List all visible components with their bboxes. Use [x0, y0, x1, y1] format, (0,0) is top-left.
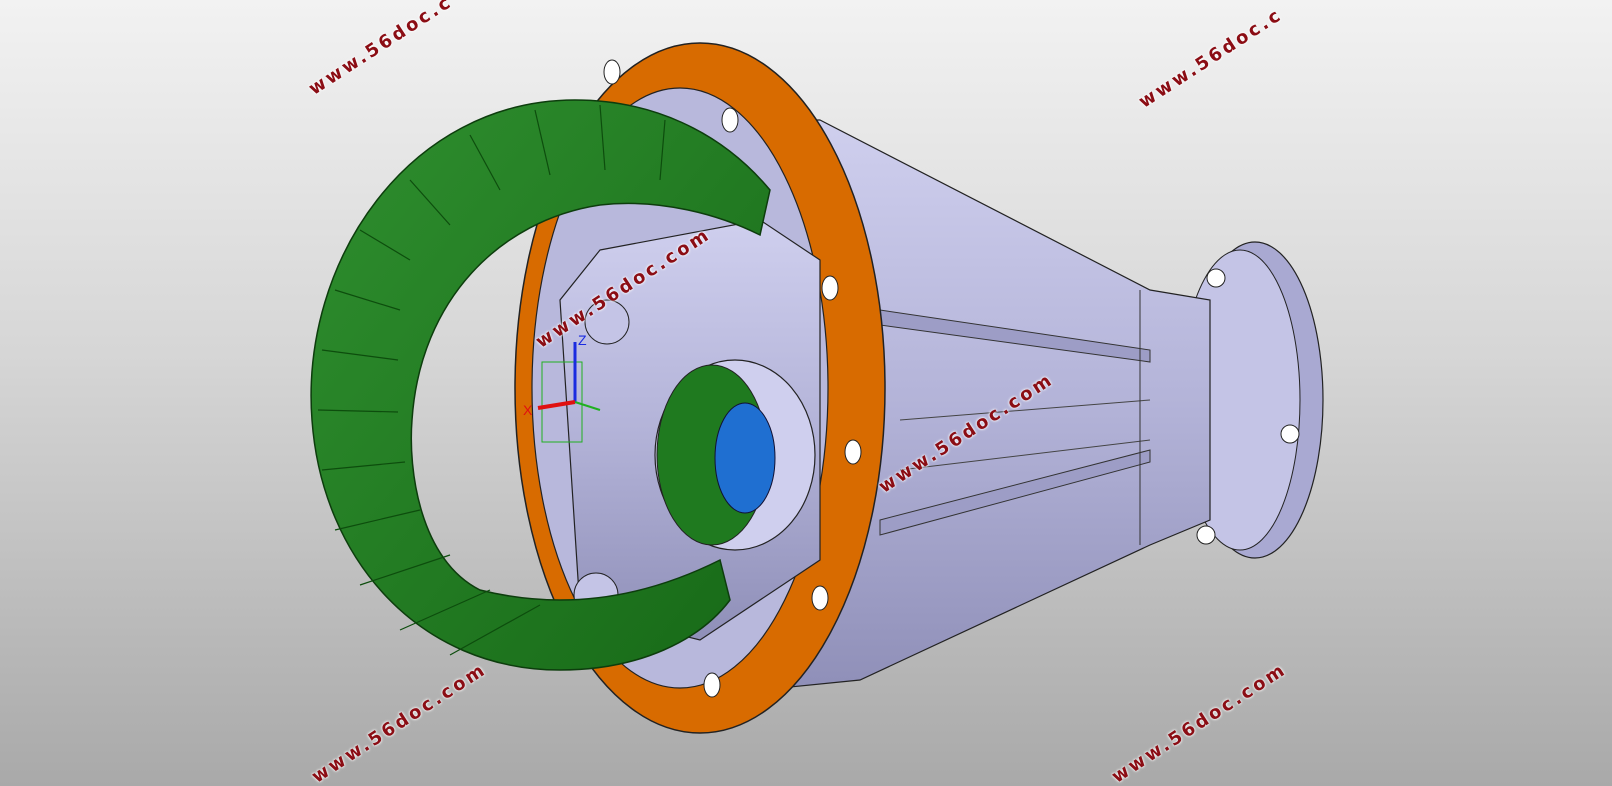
cad-3d-viewport[interactable]: X Z www.56doc.c www.56doc.c www.56doc.co…	[0, 0, 1612, 786]
differential-assembly-model[interactable]: X Z	[0, 0, 1612, 786]
z-axis-label: Z	[578, 332, 587, 348]
x-axis-label: X	[523, 402, 533, 418]
